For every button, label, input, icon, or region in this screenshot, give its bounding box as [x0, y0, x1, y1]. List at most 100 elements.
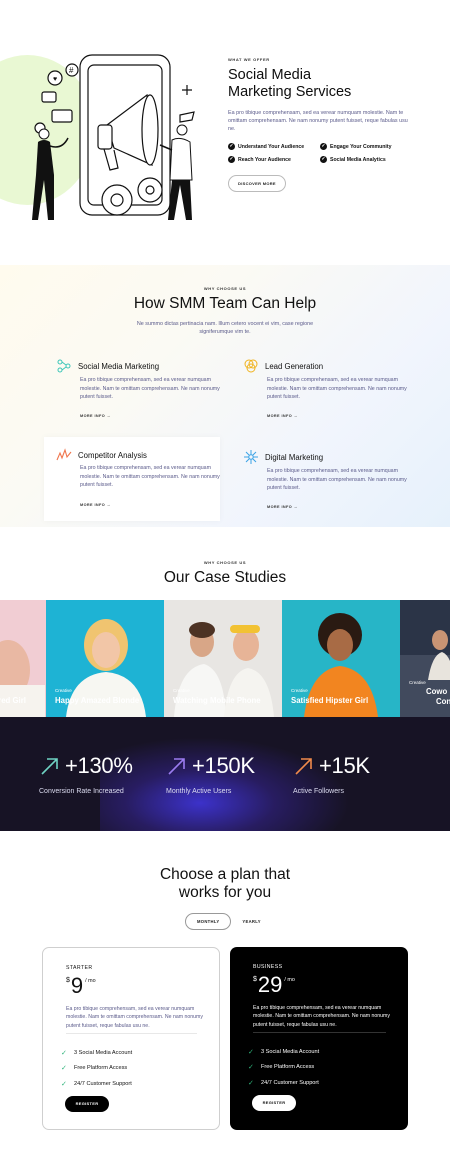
hero-title-line2: Marketing Services [228, 84, 352, 100]
plan-feature-label: 24/7 Customer Support [261, 1079, 319, 1086]
help-subtitle: Ne summo dictas pertinacia nam. Illum ce… [136, 321, 314, 335]
service-card-lead-generation[interactable]: Lead Generation Ea pro tibique comprehen… [231, 352, 407, 434]
hero-feature: ✓ Reach Your Audience [228, 156, 320, 163]
case-card[interactable]: Creative Watching Mobile Phone [164, 600, 282, 717]
service-title: Digital Marketing [265, 452, 324, 462]
hero-eyebrow: WHAT WE OFFER [228, 57, 270, 62]
check-icon: ✓ [248, 1064, 254, 1072]
plan-feature: ✓ 3 Social Media Account [61, 1045, 132, 1061]
toggle-monthly[interactable]: MONTHLY [185, 913, 232, 930]
arrow-up-right-icon [168, 758, 185, 775]
case-card[interactable]: Creative Cowo Con [400, 600, 450, 717]
case-name: Cowo [426, 687, 448, 696]
case-card[interactable]: ired Girl [0, 600, 46, 717]
plan-period: / mo [85, 978, 96, 984]
service-description: Ea pro tibique comprehensam, sed ea vere… [80, 465, 220, 489]
toggle-yearly[interactable]: YEARLY [231, 914, 271, 929]
help-section: WHY CHOOSE US How SMM Team Can Help Ne s… [0, 265, 450, 527]
arrow-right-icon: → [106, 503, 111, 507]
case-studies-header: WHY CHOOSE US Our Case Studies [0, 560, 450, 587]
check-icon: ✓ [61, 1049, 67, 1057]
plan-name: BUSINESS [253, 964, 283, 970]
plan-feature-label: 24/7 Customer Support [74, 1080, 132, 1087]
plan-feature-list: ✓ 3 Social Media Account ✓ Free Platform A… [61, 1045, 132, 1092]
plan-name: STARTER [66, 965, 93, 971]
pricing-title: Choose a plan that works for you [0, 866, 450, 902]
plan-feature-list: ✓ 3 Social Media Account ✓ Free Platform A… [248, 1044, 319, 1091]
service-title: Social Media Marketing [78, 361, 160, 371]
plan-feature-label: 3 Social Media Account [74, 1049, 133, 1056]
more-info-label: MORE INFO [80, 503, 106, 507]
plan-amount: 29 [257, 972, 283, 997]
case-name: Satisfied Hipster Girl [291, 696, 369, 705]
more-info-link[interactable]: MORE INFO → [80, 414, 111, 418]
plan-card-business: BUSINESS $ 29 / mo Ea pro tibique compre… [230, 947, 408, 1130]
hero-feature-label: Understand Your Audience [238, 143, 305, 150]
arrow-right-icon: → [293, 505, 298, 509]
plan-price: $ 9 / mo [66, 975, 96, 997]
service-card-competitor-analysis[interactable]: Competitor Analysis Ea pro tibique compr… [44, 437, 220, 521]
arrow-right-icon: → [106, 414, 111, 418]
help-eyebrow: WHY CHOOSE US [203, 286, 247, 291]
case-name: Watching Mobile Phone [173, 696, 261, 705]
more-info-label: MORE INFO [80, 414, 106, 418]
case-eyebrow: WHY CHOOSE US [203, 560, 247, 565]
check-icon: ✓ [61, 1080, 67, 1088]
stat-label: Monthly Active Users [166, 788, 232, 795]
case-category: Creative [409, 680, 426, 685]
discover-more-button[interactable]: DISCOVER MORE [228, 175, 286, 192]
more-info-link[interactable]: MORE INFO → [267, 505, 298, 509]
plan-feature: ✓ 24/7 Customer Support [248, 1075, 319, 1091]
stat-conversion: +130% Conversion Rate Increased [39, 753, 133, 795]
plan-card-starter: STARTER $ 9 / mo Ea pro tibique comprehe… [42, 947, 220, 1130]
more-info-label: MORE INFO [267, 505, 293, 509]
pricing-title-line2: works for you [178, 884, 272, 901]
check-icon: ✓ [248, 1048, 254, 1056]
hero-feature: ✓ Understand Your Audience [228, 143, 320, 150]
billing-toggle: MONTHLY YEARLY [185, 913, 272, 930]
case-category: Creative [55, 688, 72, 693]
hero-text-block: WHAT WE OFFER Social Media Marketing Ser… [228, 57, 428, 192]
more-info-link[interactable]: MORE INFO → [80, 503, 111, 507]
plan-feature-label: 3 Social Media Account [261, 1048, 320, 1055]
svg-text:♥: ♥ [53, 76, 57, 83]
plan-feature: ✓ Free Platform Access [61, 1061, 132, 1077]
more-info-link[interactable]: MORE INFO → [267, 414, 298, 418]
snowflake-icon [244, 450, 258, 464]
case-card[interactable]: Creative Happy Amazed Blonde [46, 600, 164, 717]
more-info-label: MORE INFO [267, 414, 293, 418]
check-icon: ✓ [228, 156, 235, 163]
plan-feature: ✓ 24/7 Customer Support [61, 1076, 132, 1092]
megaphone-illustration: ♥ # [32, 54, 195, 220]
network-icon [57, 359, 71, 373]
service-card-social-media-marketing[interactable]: Social Media Marketing Ea pro tibique co… [44, 352, 220, 434]
stat-monthly-users: +150K Monthly Active Users [166, 753, 255, 795]
plan-divider [253, 1032, 386, 1033]
hero-description: Ea pro tibique comprehensam, sed ea vere… [228, 110, 408, 132]
plan-description: Ea pro tibique comprehensam, sed ea vere… [66, 1006, 203, 1029]
service-title: Lead Generation [265, 361, 324, 371]
plan-amount: 9 [70, 973, 84, 998]
case-title: Our Case Studies [163, 569, 287, 586]
hero-feature: ✓ Engage Your Community [320, 143, 412, 150]
plan-feature: ✓ Free Platform Access [248, 1060, 319, 1076]
check-icon: ✓ [61, 1065, 67, 1073]
check-icon: ✓ [228, 143, 235, 150]
service-card-digital-marketing[interactable]: Digital Marketing Ea pro tibique compreh… [231, 443, 407, 525]
hero-title: Social Media Marketing Services [228, 67, 428, 101]
case-card[interactable]: Creative Satisfied Hipster Girl [282, 600, 400, 717]
arrow-up-right-icon [41, 758, 58, 775]
plan-currency: $ [66, 977, 70, 984]
hero-title-line1: Social Media [228, 67, 312, 83]
plan-feature-label: Free Platform Access [74, 1065, 128, 1072]
plan-divider [66, 1033, 197, 1034]
register-button[interactable]: REGISTER [252, 1095, 296, 1111]
service-description: Ea pro tibique comprehensam, sed ea vere… [80, 377, 220, 401]
stat-value: +130% [65, 753, 133, 778]
plan-description: Ea pro tibique comprehensam, sed ea vere… [253, 1005, 390, 1028]
plan-price: $ 29 / mo [253, 974, 295, 996]
stats-section: +130% Conversion Rate Increased +150K Mo… [0, 717, 450, 831]
stat-label: Conversion Rate Increased [39, 788, 124, 795]
register-button[interactable]: REGISTER [65, 1096, 109, 1112]
circles-icon [244, 359, 258, 373]
